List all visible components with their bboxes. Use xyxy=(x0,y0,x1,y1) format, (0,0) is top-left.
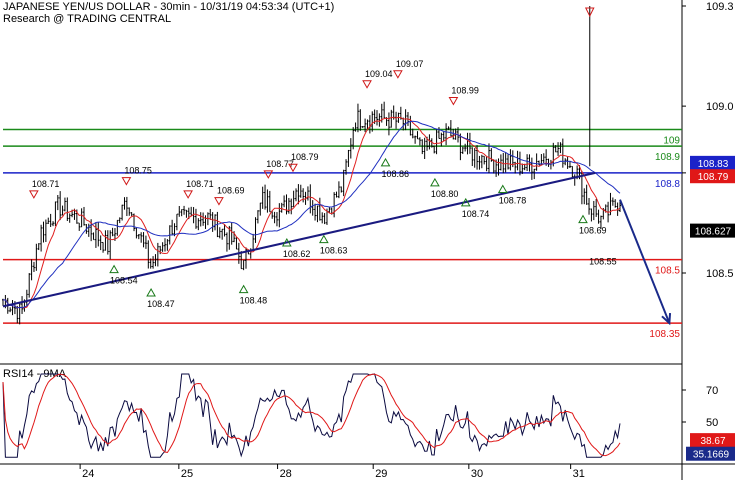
up-triangle-icon xyxy=(238,284,249,294)
price-tick-label: 109.0 xyxy=(706,101,734,113)
down-triangle-icon xyxy=(393,70,403,79)
high-price-label: 109.07 xyxy=(396,59,424,69)
rsi-signal-tag: 38.67 xyxy=(700,436,725,447)
up-triangle-icon xyxy=(497,184,508,194)
down-triangle-icon xyxy=(121,177,132,186)
date-tick-label: 29 xyxy=(375,468,387,480)
candles-group xyxy=(2,101,621,325)
low-price-label: 108.62 xyxy=(283,249,311,259)
low-price-label: 108.78 xyxy=(499,196,527,206)
low-price-label: 108.54 xyxy=(110,276,138,286)
up-triangle-icon xyxy=(109,264,119,274)
price-label: 108.55 xyxy=(589,256,617,266)
date-tick-label: 28 xyxy=(280,468,292,480)
low-price-label: 108.74 xyxy=(462,209,490,219)
down-triangle-icon xyxy=(263,170,274,179)
level-label: 108.8 xyxy=(655,179,680,190)
down-triangle-icon xyxy=(28,190,39,199)
current-price-tag: 108.627 xyxy=(695,227,732,238)
down-triangle-icon xyxy=(362,80,372,89)
low-price-label: 108.86 xyxy=(382,169,410,179)
price-tick-label: 109.3 xyxy=(706,1,734,13)
date-tick-label: 30 xyxy=(471,468,483,480)
rsi-tick-label: 70 xyxy=(706,385,718,397)
level-label: 109 xyxy=(663,135,680,146)
last-close-tag: 108.79 xyxy=(698,172,729,183)
price-chart: 109.3 109.0 108.8 108.5 24 25 28 29 30 31 109 108.9… xyxy=(0,0,735,480)
down-triangle-icon xyxy=(448,96,459,106)
low-price-label: 108.47 xyxy=(147,299,175,309)
level-label: 108.35 xyxy=(649,329,680,340)
rsi-line xyxy=(2,373,621,458)
down-triangle-icon xyxy=(183,190,193,199)
high-price-label: 108.69 xyxy=(217,186,245,196)
high-price-label: 108.71 xyxy=(32,179,60,189)
date-tick-label: 25 xyxy=(181,468,193,480)
low-price-label: 108.48 xyxy=(240,296,268,306)
moving-average-slow xyxy=(2,120,621,309)
level-label: 108.5 xyxy=(655,266,680,277)
high-price-label: 109.04 xyxy=(365,69,393,79)
date-tick-label: 24 xyxy=(82,468,94,480)
rsi-value-tag: 35.1669 xyxy=(693,450,730,461)
up-triangle-icon xyxy=(146,288,156,297)
up-triangle-icon xyxy=(430,177,440,187)
up-triangle-icon xyxy=(578,214,588,224)
level-label: 108.9 xyxy=(655,152,680,163)
up-triangle-icon xyxy=(318,234,329,244)
up-triangle-icon xyxy=(380,157,391,167)
high-price-label: 108.71 xyxy=(186,179,214,189)
price-tick-label: 108.5 xyxy=(706,268,734,280)
pivot-price-tag: 108.83 xyxy=(698,159,729,170)
low-price-label: 108.69 xyxy=(579,226,607,236)
high-price-label: 108.79 xyxy=(291,152,319,162)
down-triangle-icon xyxy=(214,197,224,206)
low-price-label: 108.63 xyxy=(320,246,348,256)
rsi-tick-label: 50 xyxy=(706,417,718,429)
forecast-arrow-line xyxy=(619,199,671,324)
low-price-label: 108.80 xyxy=(431,189,459,199)
date-tick-label: 31 xyxy=(573,468,585,480)
high-price-label: 108.75 xyxy=(124,166,152,176)
high-price-label: 108.99 xyxy=(451,85,479,95)
